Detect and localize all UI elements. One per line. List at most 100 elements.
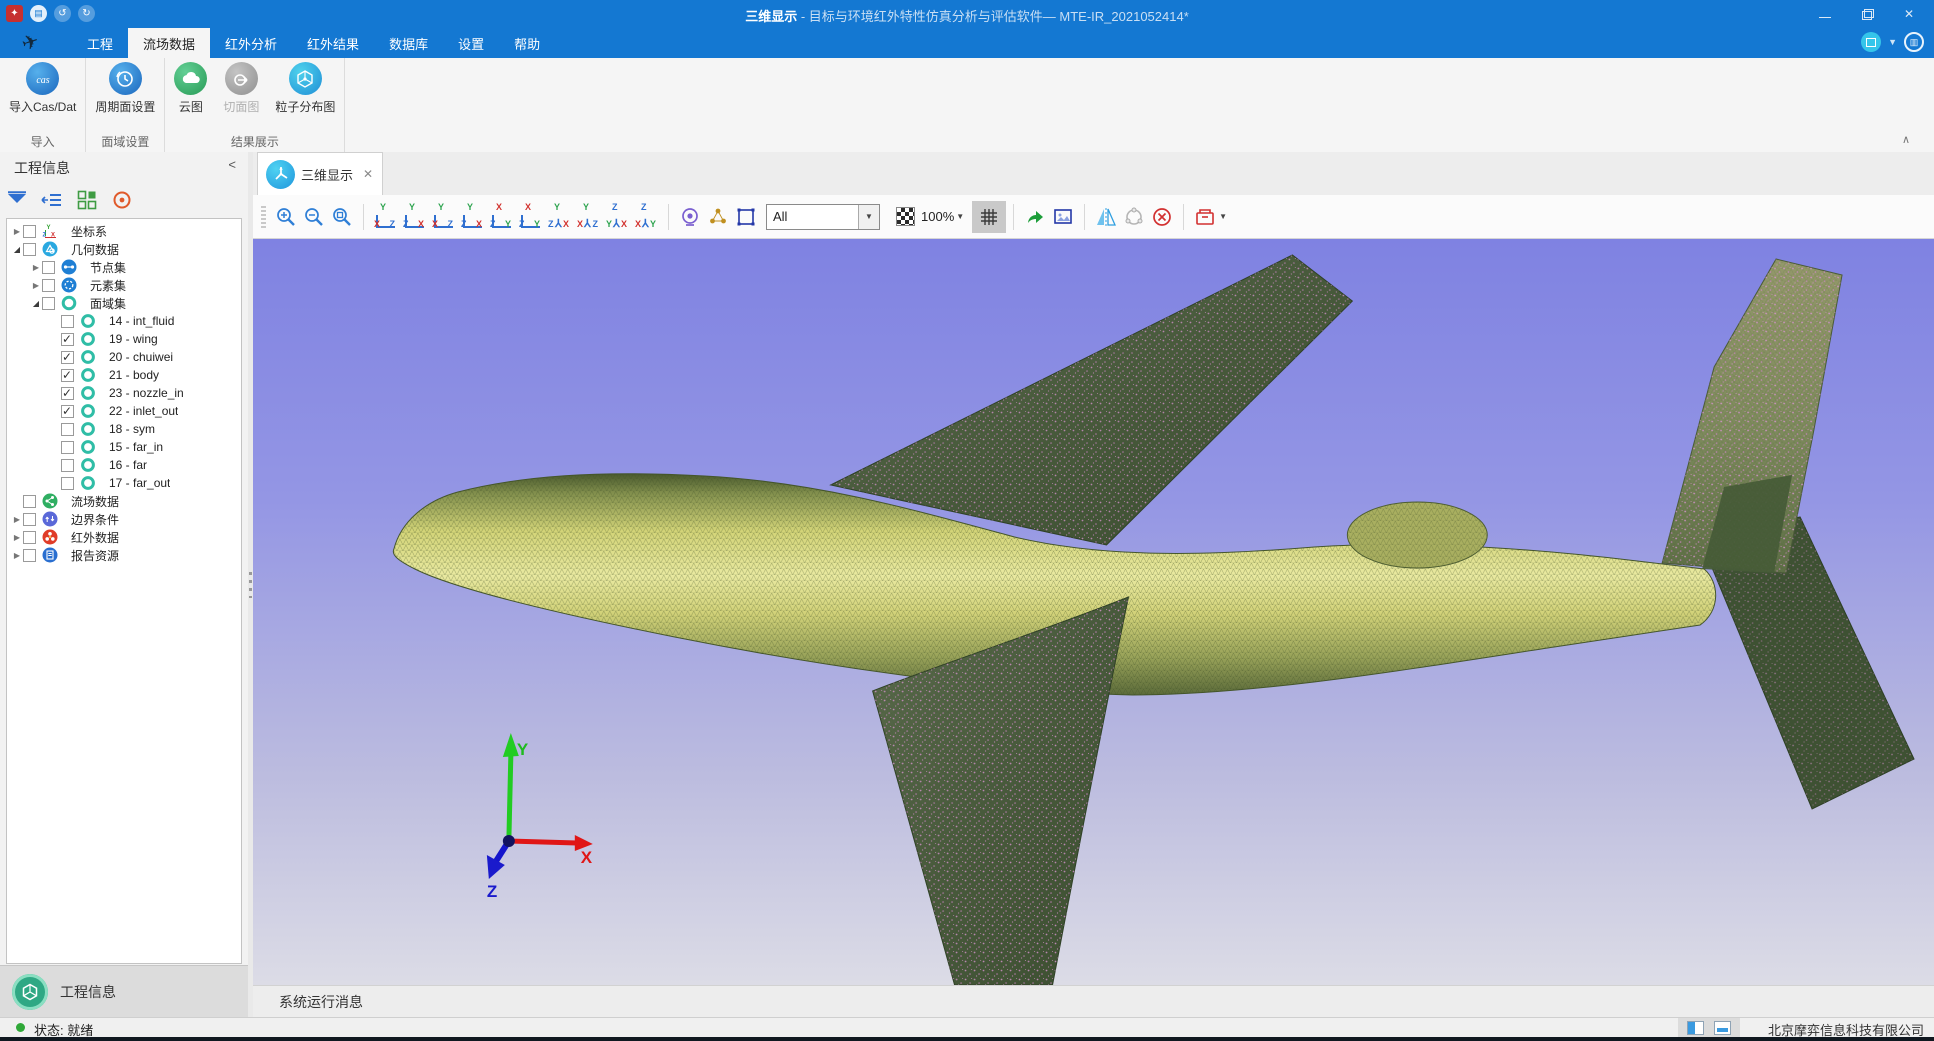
tree-item[interactable]: 23 - nozzle_in [7,384,241,402]
tree-item-checkbox[interactable] [61,351,74,364]
expander-icon[interactable]: ◢ [11,245,23,254]
mesh-display-toggle[interactable] [972,201,1006,233]
tree-item[interactable]: ▶ 边界条件 [7,510,241,528]
tree-item-checkbox[interactable] [61,477,74,490]
tree-item[interactable]: 流场数据 [7,492,241,510]
help-manual-icon[interactable]: ▥ [1904,32,1924,52]
expander-icon[interactable]: ▶ [30,263,42,272]
tree-item-checkbox[interactable] [42,279,55,292]
contour-cloud-button[interactable]: 云图 [169,58,212,130]
tree-item[interactable]: 22 - inlet_out [7,402,241,420]
view-left-icon[interactable]: Y X Z [430,203,457,231]
view-iso-back-left-icon[interactable]: Z Y X [604,203,631,231]
minimize-button[interactable] [1818,8,1832,20]
archive-box-icon[interactable] [1191,202,1219,232]
tab-3d-view[interactable]: 三维显示 ✕ [257,152,383,195]
panel-collapse-button[interactable]: < [228,157,236,172]
view-back-icon[interactable]: Y Z X [401,203,428,231]
tree-item-checkbox[interactable] [23,531,36,544]
tree-item[interactable]: ▶ 报告资源 [7,546,241,564]
mirror-model-icon[interactable] [1092,202,1120,232]
layout-bottom-panel-icon[interactable] [1714,1021,1731,1035]
import-cas-dat-button[interactable]: cas 导入Cas/Dat [4,58,81,130]
close-button[interactable]: ✕ [1902,8,1916,20]
new-document-icon[interactable]: ▤ [30,5,47,22]
view-iso-back-right-icon[interactable]: Z X Y [633,203,660,231]
zoom-fit-icon[interactable] [328,202,356,232]
menu-item-3[interactable]: 红外结果 [292,28,374,58]
tree-item-checkbox[interactable] [42,261,55,274]
layout-left-panel-icon[interactable] [1687,1021,1704,1035]
view-bottom-icon[interactable]: X Z Y [517,203,544,231]
zoom-in-icon[interactable] [272,202,300,232]
tree-item[interactable]: 14 - int_fluid [7,312,241,330]
menu-item-2[interactable]: 红外分析 [210,28,292,58]
tree-item-checkbox[interactable] [23,495,36,508]
tree-item-checkbox[interactable] [61,333,74,346]
view-front-icon[interactable]: Y X Z [372,203,399,231]
display-toggle-icon[interactable] [1861,32,1881,52]
menu-item-0[interactable]: 工程 [72,28,128,58]
export-share-icon[interactable] [1021,202,1049,232]
menu-item-6[interactable]: 帮助 [499,28,555,58]
tree-item-checkbox[interactable] [61,423,74,436]
tree-item[interactable]: ▶ 元素集 [7,276,241,294]
tree-item-checkbox[interactable] [61,387,74,400]
tree-item[interactable]: 18 - sym [7,420,241,438]
tree-item[interactable]: ▶ YZX 坐标系 [7,222,241,240]
view-iso-front-left-icon[interactable]: Y Z X [546,203,573,231]
opacity-checker-icon[interactable] [896,207,915,226]
view-top-icon[interactable]: X Z Y [488,203,515,231]
filter-icon[interactable] [6,189,28,211]
tree-item-checkbox[interactable] [23,243,36,256]
expander-icon[interactable]: ▶ [11,227,23,236]
locate-target-icon[interactable] [111,189,133,211]
zoom-out-icon[interactable] [300,202,328,232]
display-set-combobox[interactable]: All ▼ [766,204,880,230]
archive-caret-icon[interactable]: ▼ [1219,212,1227,221]
view-right-icon[interactable]: Y Z X [459,203,486,231]
tree-item[interactable]: ◢ 面域集 [7,294,241,312]
tree-item-checkbox[interactable] [42,297,55,310]
tree-item[interactable]: ▶ 红外数据 [7,528,241,546]
expander-icon[interactable]: ▶ [11,515,23,524]
menu-item-4[interactable]: 数据库 [374,28,443,58]
tree-item[interactable]: 16 - far [7,456,241,474]
tree-item[interactable]: 15 - far_in [7,438,241,456]
view-iso-front-right-icon[interactable]: Y X Z [575,203,602,231]
snapshot-image-icon[interactable] [1049,202,1077,232]
tree-item[interactable]: ▶ 节点集 [7,258,241,276]
tree-item-checkbox[interactable] [61,405,74,418]
particle-nodes-icon[interactable] [704,202,732,232]
periodic-face-settings-button[interactable]: 周期面设置 [90,58,160,130]
tab-close-icon[interactable]: ✕ [363,167,373,181]
redo-icon[interactable]: ↻ [78,5,95,22]
tree-item[interactable]: 17 - far_out [7,474,241,492]
expander-icon[interactable]: ▶ [11,551,23,560]
toolbar-grip[interactable] [261,206,266,228]
maximize-button[interactable] [1860,8,1874,20]
expander-icon[interactable]: ▶ [11,533,23,542]
expander-icon[interactable]: ▶ [30,281,42,290]
tree-item-checkbox[interactable] [23,513,36,526]
grid-view-icon[interactable] [76,189,98,211]
panel-footer-tab[interactable]: 工程信息 [0,965,248,1018]
tree-item-checkbox[interactable] [61,369,74,382]
dropdown-caret-icon[interactable]: ▼ [1888,37,1897,47]
tree-item-checkbox[interactable] [61,315,74,328]
tree-item[interactable]: 21 - body [7,366,241,384]
tree-item[interactable]: ◢ 几何数据 [7,240,241,258]
probe-point-icon[interactable] [676,202,704,232]
expander-icon[interactable]: ◢ [30,299,42,308]
zoom-level-value[interactable]: 100% [921,209,954,224]
particle-distribution-button[interactable]: 粒子分布图 [270,58,340,130]
menu-item-5[interactable]: 设置 [443,28,499,58]
menu-item-1[interactable]: 流场数据 [128,28,210,58]
undo-icon[interactable]: ↺ [54,5,71,22]
tree-item-checkbox[interactable] [23,225,36,238]
viewport-3d[interactable]: Y X Z [253,239,1934,985]
smooth-shade-icon[interactable] [1120,202,1148,232]
tree-item-checkbox[interactable] [61,441,74,454]
combobox-dropdown-button[interactable]: ▼ [858,205,879,229]
zoom-level-caret[interactable]: ▼ [956,212,964,221]
